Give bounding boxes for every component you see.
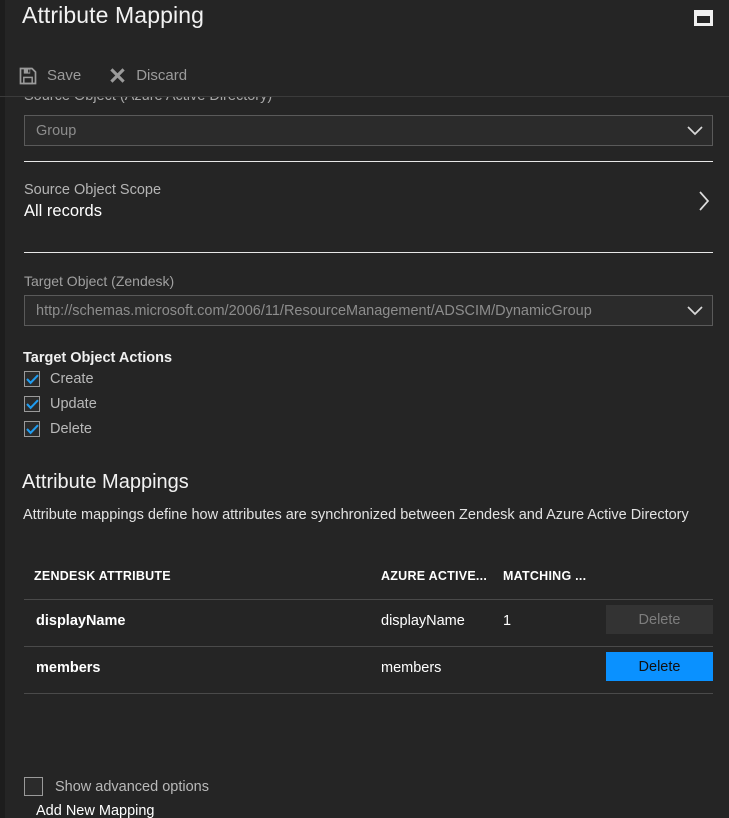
source-object-label: Source Object (Azure Active Directory) xyxy=(24,97,272,104)
checkbox-update[interactable]: Update xyxy=(24,396,97,412)
cell-azure-attribute: members xyxy=(381,660,442,676)
table-footer-divider xyxy=(24,693,713,694)
checkbox-box xyxy=(24,371,40,387)
target-object-label: Target Object (Zendesk) xyxy=(24,273,175,289)
add-new-mapping-link[interactable]: Add New Mapping xyxy=(36,803,155,818)
attribute-mappings-description: Attribute mappings define how attributes… xyxy=(23,507,689,523)
cell-azure-attribute: displayName xyxy=(381,613,465,629)
cell-zendesk-attribute: members xyxy=(36,660,101,676)
close-x-icon xyxy=(107,66,127,86)
table-row-divider xyxy=(24,646,713,647)
save-button[interactable]: Save xyxy=(18,60,81,92)
checkbox-create[interactable]: Create xyxy=(24,371,94,387)
save-floppy-icon xyxy=(18,66,38,86)
chevron-down-icon xyxy=(678,125,712,136)
blade-content: Source Object (Azure Active Directory) G… xyxy=(0,97,729,818)
target-object-actions-label: Target Object Actions xyxy=(23,350,173,366)
column-header-azure-attribute: AZURE ACTIVE... xyxy=(381,569,488,583)
source-scope-bottom-divider xyxy=(24,252,713,253)
cell-zendesk-attribute: displayName xyxy=(36,613,126,629)
target-object-dropdown[interactable]: http://schemas.microsoft.com/2006/11/Res… xyxy=(24,295,713,326)
attribute-mappings-heading: Attribute Mappings xyxy=(22,471,189,493)
blade-titlebar: Attribute Mapping xyxy=(0,0,729,52)
checkbox-create-label: Create xyxy=(50,371,94,387)
checkbox-show-advanced-options-label: Show advanced options xyxy=(55,778,209,795)
target-object-value: http://schemas.microsoft.com/2006/11/Res… xyxy=(36,302,592,319)
checkbox-box xyxy=(24,421,40,437)
checkmark-icon xyxy=(25,398,39,409)
discard-button-label: Discard xyxy=(136,67,188,84)
restore-window-icon xyxy=(693,10,713,26)
source-object-value: Group xyxy=(36,122,77,139)
discard-button[interactable]: Discard xyxy=(107,60,187,92)
checkmark-icon xyxy=(25,373,39,384)
cell-matching-precedence: 1 xyxy=(503,613,512,629)
page-title: Attribute Mapping xyxy=(22,2,204,28)
restore-window-button[interactable] xyxy=(689,6,717,30)
command-toolbar: Save Discard xyxy=(0,55,729,96)
source-object-scope-value: All records xyxy=(24,202,102,220)
checkbox-box xyxy=(24,777,43,796)
source-object-dropdown[interactable]: Group xyxy=(24,115,713,146)
chevron-down-icon xyxy=(678,305,712,316)
chevron-right-icon xyxy=(698,190,711,217)
table-header-divider xyxy=(24,599,713,600)
source-object-scope-label: Source Object Scope xyxy=(24,182,162,198)
checkbox-update-label: Update xyxy=(50,396,97,412)
checkbox-delete[interactable]: Delete xyxy=(24,421,92,437)
checkbox-delete-label: Delete xyxy=(50,421,92,437)
save-button-label: Save xyxy=(47,67,82,84)
column-header-zendesk-attribute: ZENDESK ATTRIBUTE xyxy=(34,569,171,583)
checkbox-show-advanced-options[interactable]: Show advanced options xyxy=(24,777,209,796)
checkbox-box xyxy=(24,396,40,412)
delete-mapping-button[interactable]: Delete xyxy=(606,652,713,681)
source-object-scope-row[interactable]: Source Object Scope All records xyxy=(24,182,713,230)
delete-mapping-button[interactable]: Delete xyxy=(606,605,713,634)
checkmark-icon xyxy=(25,423,39,434)
source-scope-top-divider xyxy=(24,161,713,162)
attribute-mapping-blade: Attribute Mapping Save Discard Group Sou… xyxy=(0,0,729,818)
column-header-matching-precedence: MATCHING ... xyxy=(503,569,587,583)
